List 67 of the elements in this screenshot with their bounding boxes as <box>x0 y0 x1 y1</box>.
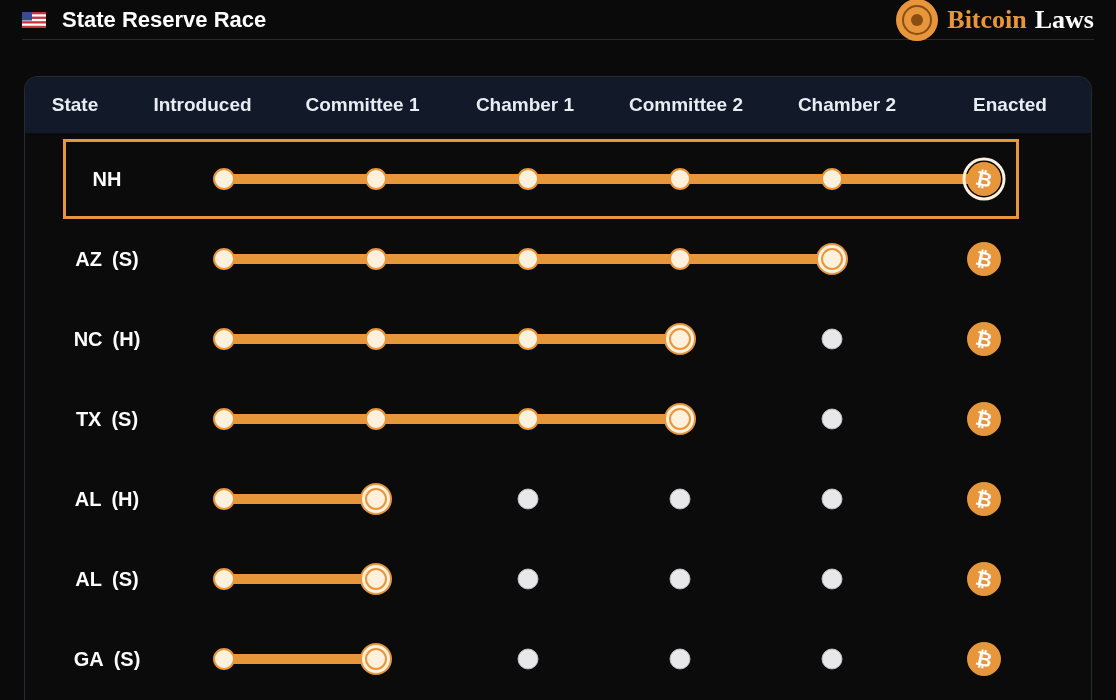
current-stage-marker <box>360 563 392 595</box>
bitcoin-icon: ₿ <box>967 642 1001 676</box>
stage-dot <box>821 568 843 590</box>
chamber-label: (S) <box>112 567 139 592</box>
state-code: GA <box>73 647 104 672</box>
stage-dot <box>517 168 539 190</box>
state-code: NC <box>73 327 103 352</box>
stage-dot <box>517 568 539 590</box>
chamber-label: (S) <box>112 247 139 272</box>
current-stage-marker <box>664 403 696 435</box>
column-header: Introduced <box>153 92 252 117</box>
stage-dot <box>365 408 387 430</box>
column-header: Committee 2 <box>629 92 743 117</box>
current-stage-marker <box>816 243 848 275</box>
brand-name: Laws <box>1034 4 1094 36</box>
stage-dot <box>669 568 691 590</box>
stage-dot <box>669 248 691 270</box>
stage-dot <box>213 248 235 270</box>
stage-dot <box>213 408 235 430</box>
stage-dot <box>821 408 843 430</box>
current-stage-marker <box>360 483 392 515</box>
state-code: NH <box>92 167 122 192</box>
stage-dot <box>821 328 843 350</box>
chamber-label: (H) <box>112 327 141 352</box>
stage-dot <box>213 648 235 670</box>
stage-dot <box>517 648 539 670</box>
stage-dot <box>821 488 843 510</box>
stage-dot <box>365 168 387 190</box>
stage-dot <box>517 488 539 510</box>
bitcoin-icon: ₿ <box>967 162 1001 196</box>
state-code: AL <box>74 487 102 512</box>
stage-dot <box>669 488 691 510</box>
chamber-label: (H) <box>111 487 140 512</box>
column-header: Chamber 1 <box>475 92 575 117</box>
state-code: TX <box>75 407 102 432</box>
state-code: AL <box>75 567 102 592</box>
bitcoin-icon: ₿ <box>967 482 1001 516</box>
state-code: AZ <box>75 247 102 272</box>
stage-dot <box>669 648 691 670</box>
current-stage-marker <box>360 643 392 675</box>
chamber-label: (S) <box>111 407 139 432</box>
stage-dot <box>365 248 387 270</box>
stage-dot <box>669 168 691 190</box>
bitcoin-icon: ₿ <box>967 402 1001 436</box>
brand-name: Bitcoin <box>947 4 1027 36</box>
stage-dot <box>517 248 539 270</box>
seal-logo-icon <box>895 0 940 42</box>
flag-icon <box>22 11 46 28</box>
stage-dot <box>213 568 235 590</box>
column-header: State <box>51 92 99 117</box>
stage-dot <box>213 168 235 190</box>
column-header: Committee 1 <box>305 92 420 117</box>
bitcoin-icon: ₿ <box>967 242 1001 276</box>
stage-dot <box>821 168 843 190</box>
bitcoin-icon: ₿ <box>967 322 1001 356</box>
column-header: Enacted <box>973 92 1047 117</box>
chamber-label: (S) <box>113 647 141 672</box>
page-title: State Reserve Race <box>62 6 267 34</box>
stage-dot <box>517 328 539 350</box>
stage-dot <box>213 328 235 350</box>
bitcoin-icon: ₿ <box>967 562 1001 596</box>
column-header: Chamber 2 <box>797 92 897 117</box>
stage-dot <box>365 328 387 350</box>
stage-dot <box>213 488 235 510</box>
stage-dot <box>821 648 843 670</box>
current-stage-marker <box>664 323 696 355</box>
stage-dot <box>517 408 539 430</box>
